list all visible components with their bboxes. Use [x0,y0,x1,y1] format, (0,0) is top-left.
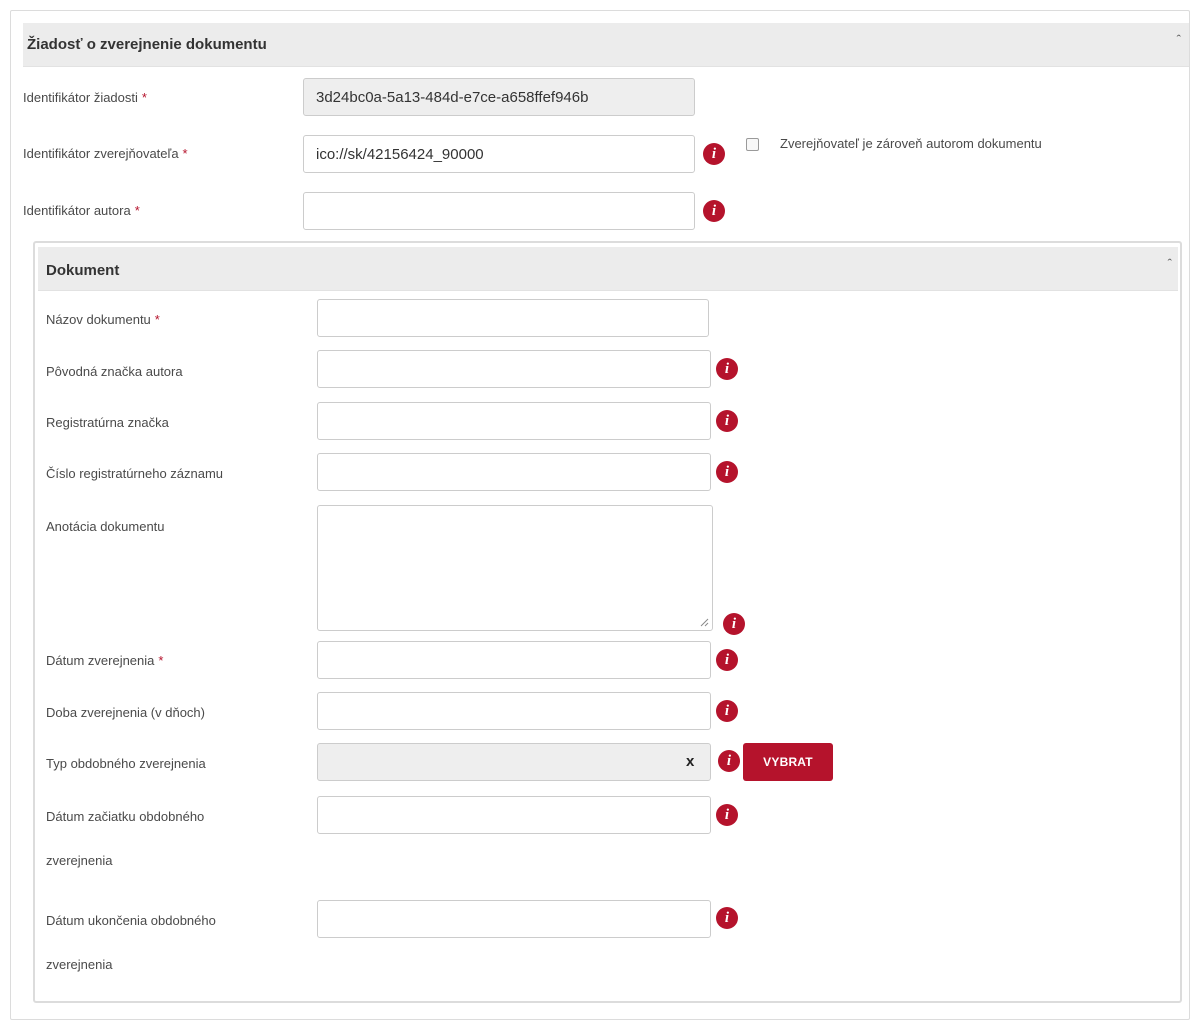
required-marker: * [158,653,164,668]
collapse-chevron-up-icon[interactable]: ˆ [1168,257,1172,270]
doc-name-label: Názov dokumentu * [46,311,160,329]
registry-mark-label: Registratúrna značka [46,415,169,430]
required-marker: * [154,312,160,327]
period-end-label: Dátum ukončenia obdobného zverejnenia [46,912,216,974]
document-section-header[interactable]: Dokument ˆ [38,247,1178,291]
author-id-label: Identifikátor autora * [23,202,140,220]
publish-duration-label: Doba zverejnenia (v dňoch) [46,705,205,720]
publication-request-panel: Žiadosť o zverejnenie dokumentu ˆ Identi… [10,10,1190,1020]
info-icon[interactable]: i [718,750,740,772]
resize-grip-icon[interactable] [700,618,709,627]
annotation-label: Anotácia dokumentu [46,519,165,534]
publish-duration-input[interactable] [317,692,711,730]
publish-date-input[interactable] [317,641,711,679]
info-icon[interactable]: i [716,358,738,380]
doc-name-label-text: Názov dokumentu [46,312,151,327]
required-marker: * [182,146,188,161]
info-icon[interactable]: i [716,410,738,432]
required-marker: * [141,90,147,105]
period-start-input[interactable] [317,796,711,834]
request-id-label-text: Identifikátor žiadosti [23,90,138,105]
publish-date-label-text: Dátum zverejnenia [46,653,155,668]
info-icon[interactable]: i [716,907,738,929]
info-icon[interactable]: i [703,143,725,165]
period-start-label-line1: Dátum začiatku obdobného [46,809,205,824]
registry-mark-input[interactable] [317,402,711,440]
period-start-label: Dátum začiatku obdobného zverejnenia [46,808,204,870]
orig-author-mark-input[interactable] [317,350,711,388]
request-section-header[interactable]: Žiadosť o zverejnenie dokumentu ˆ [23,23,1189,67]
doc-name-input[interactable] [317,299,709,337]
period-end-label-line2: zverejnenia [46,957,113,972]
required-marker: * [134,203,140,218]
registry-record-no-input[interactable] [317,453,711,491]
publisher-is-author-label: Zverejňovateľ je zároveň autorom dokumen… [780,136,1042,151]
publisher-is-author-checkbox[interactable] [746,138,759,151]
period-start-label-line2: zverejnenia [46,853,113,868]
info-icon[interactable]: i [723,613,745,635]
document-section-title: Dokument [46,262,120,279]
publisher-id-input[interactable]: ico://sk/42156424_90000 [303,135,695,173]
period-end-input[interactable] [317,900,711,938]
publisher-id-label: Identifikátor zverejňovateľa * [23,145,188,163]
annotation-textarea[interactable] [317,505,713,631]
orig-author-mark-label: Pôvodná značka autora [46,364,183,379]
select-button[interactable]: VYBRAT [743,743,833,781]
info-icon[interactable]: i [716,649,738,671]
document-section: Dokument ˆ Názov dokumentu * Pôvodná znač… [33,241,1182,1003]
info-icon[interactable]: i [703,200,725,222]
registry-record-no-label: Číslo registratúrneho záznamu [46,466,224,481]
period-type-label: Typ obdobného zverejnenia [46,756,206,771]
info-icon[interactable]: i [716,461,738,483]
period-type-field [317,743,711,781]
info-icon[interactable]: i [716,700,738,722]
request-id-field: 3d24bc0a-5a13-484d-e7ce-a658ffef946b [303,78,695,116]
info-icon[interactable]: i [716,804,738,826]
author-id-label-text: Identifikátor autora [23,203,131,218]
collapse-chevron-up-icon[interactable]: ˆ [1177,33,1181,46]
request-section-title: Žiadosť o zverejnenie dokumentu [27,36,267,53]
period-end-label-line1: Dátum ukončenia obdobného [46,913,216,928]
author-id-input[interactable] [303,192,695,230]
clear-selection-button[interactable]: x [686,753,694,770]
publisher-id-label-text: Identifikátor zverejňovateľa [23,146,179,161]
publish-date-label: Dátum zverejnenia * [46,652,163,670]
request-id-label: Identifikátor žiadosti * [23,89,147,107]
